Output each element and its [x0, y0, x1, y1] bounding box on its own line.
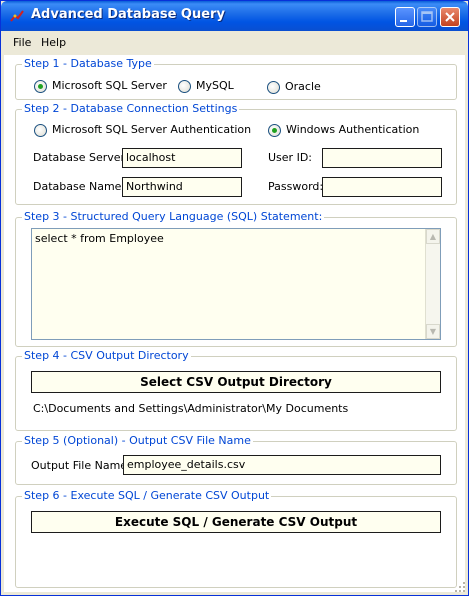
sql-statement-text: select * from Employee	[35, 232, 164, 245]
radio-mssql-label[interactable]: Microsoft SQL Server	[52, 79, 167, 92]
app-icon	[10, 10, 24, 22]
step2-legend: Step 2 - Database Connection Settings	[22, 102, 240, 115]
step6-legend: Step 6 - Execute SQL / Generate CSV Outp…	[22, 489, 272, 502]
step3-legend: Step 3 - Structured Query Language (SQL)…	[22, 210, 325, 223]
sql-statement-textarea[interactable]: select * from Employee ▲ ▼	[31, 228, 441, 340]
step4-legend: Step 4 - CSV Output Directory	[22, 349, 191, 362]
radio-oracle-label[interactable]: Oracle	[285, 80, 321, 93]
step6-group: Step 6 - Execute SQL / Generate CSV Outp…	[15, 489, 457, 588]
step4-group: Step 4 - CSV Output Directory Select CSV…	[15, 349, 457, 431]
title-bar[interactable]: Advanced Database Query	[1, 1, 468, 31]
maximize-button[interactable]	[417, 7, 437, 27]
radio-mssql[interactable]	[34, 80, 47, 93]
step1-legend: Step 1 - Database Type	[22, 57, 154, 70]
output-file-name-input[interactable]: employee_details.csv	[123, 455, 441, 475]
output-file-name-label: Output File Name:	[31, 459, 131, 472]
step5-legend: Step 5 (Optional) - Output CSV File Name	[22, 434, 253, 447]
menu-file[interactable]: File	[13, 36, 31, 49]
menu-help[interactable]: Help	[41, 36, 66, 49]
user-id-label: User ID:	[268, 151, 312, 164]
password-input[interactable]	[322, 177, 442, 197]
radio-windows-auth-label[interactable]: Windows Authentication	[286, 123, 419, 136]
step2-group: Step 2 - Database Connection Settings Mi…	[15, 102, 457, 205]
app-window: Advanced Database Query File Help Step 1…	[0, 0, 469, 596]
window-title: Advanced Database Query	[31, 7, 225, 22]
sql-scrollbar[interactable]: ▲ ▼	[425, 229, 440, 339]
minimize-button[interactable]	[395, 7, 415, 27]
minimize-icon	[400, 20, 407, 22]
radio-oracle[interactable]	[267, 81, 280, 94]
select-directory-button[interactable]: Select CSV Output Directory	[31, 371, 441, 393]
database-server-input[interactable]: localhost	[122, 148, 242, 168]
menu-bar: File Help	[1, 33, 468, 53]
maximize-icon	[421, 11, 433, 22]
radio-mysql[interactable]	[178, 80, 191, 93]
close-button[interactable]	[440, 7, 460, 27]
radio-windows-auth[interactable]	[268, 124, 281, 137]
scroll-down-button[interactable]: ▼	[426, 324, 440, 339]
database-name-label: Database Name:	[33, 180, 126, 193]
step5-group: Step 5 (Optional) - Output CSV File Name…	[15, 434, 457, 485]
radio-sql-auth[interactable]	[34, 124, 47, 137]
close-icon	[445, 12, 455, 22]
password-label: Password:	[268, 180, 324, 193]
resize-grip-icon[interactable]	[454, 581, 466, 593]
radio-sql-auth-label[interactable]: Microsoft SQL Server Authentication	[52, 123, 251, 136]
user-id-input[interactable]	[322, 148, 442, 168]
step1-group: Step 1 - Database Type Microsoft SQL Ser…	[15, 57, 457, 100]
client-area: Step 1 - Database Type Microsoft SQL Ser…	[4, 55, 465, 592]
execute-sql-button[interactable]: Execute SQL / Generate CSV Output	[31, 511, 441, 533]
radio-mysql-label[interactable]: MySQL	[196, 79, 234, 92]
step3-group: Step 3 - Structured Query Language (SQL)…	[15, 210, 457, 347]
output-directory-path: C:\Documents and Settings\Administrator\…	[33, 402, 349, 415]
database-name-input[interactable]: Northwind	[122, 177, 242, 197]
scroll-up-button[interactable]: ▲	[426, 229, 440, 244]
database-server-label: Database Server:	[33, 151, 129, 164]
